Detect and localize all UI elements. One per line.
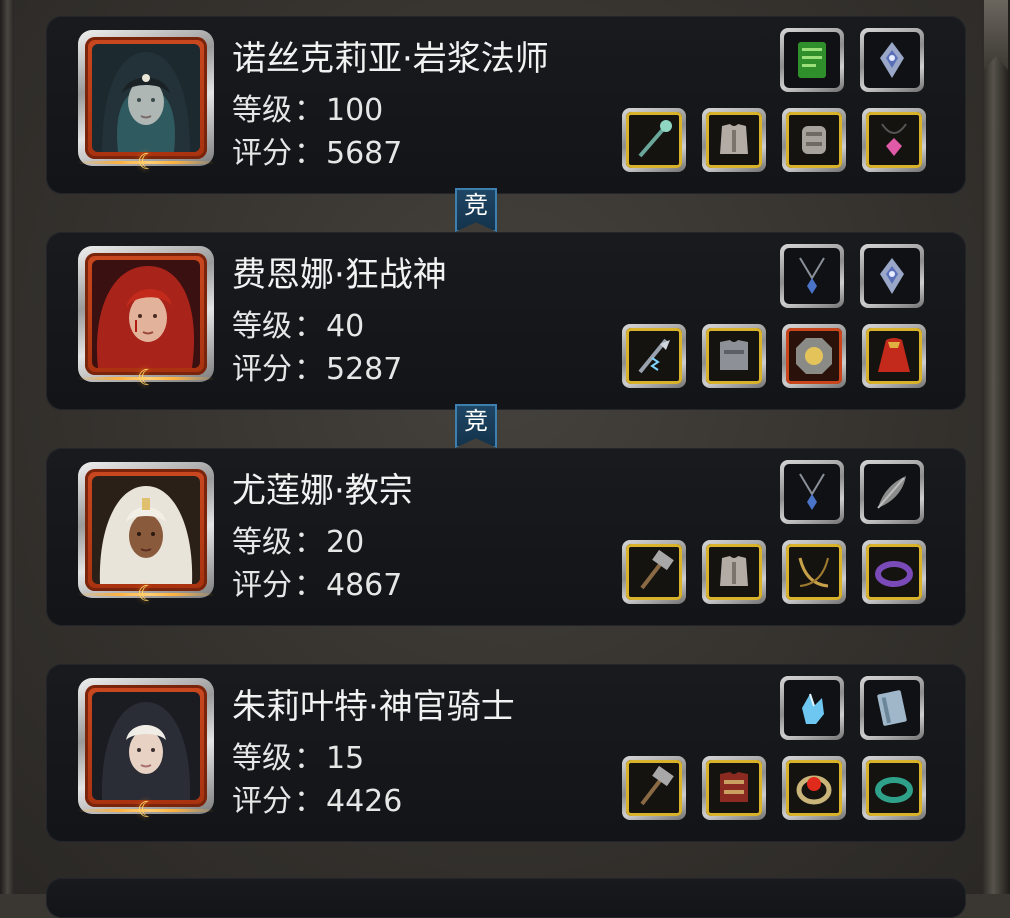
hero-portrait[interactable]: ☾	[78, 462, 214, 607]
equip-slot-armor[interactable]	[702, 756, 766, 820]
gold-necklace-icon	[798, 557, 829, 588]
hero-level: 等级：40	[232, 309, 365, 344]
equip-slot-bracelet[interactable]	[862, 540, 926, 604]
equip-slot-necklace[interactable]	[780, 244, 844, 308]
hero-card-partial[interactable]	[46, 878, 966, 918]
hero-avatar	[92, 260, 200, 368]
hero-card[interactable]: ☾ 朱莉叶特·神官骑士 等级：15 评分：4426	[46, 664, 966, 842]
chest-armor-icon	[720, 556, 748, 586]
equip-slot-weapon[interactable]	[622, 324, 686, 388]
red-armor-icon	[720, 772, 748, 802]
equip-slot-shield[interactable]	[782, 324, 846, 388]
level-label: 等级	[232, 93, 292, 128]
equip-slot-ring[interactable]	[782, 756, 846, 820]
bracer-icon	[802, 126, 826, 154]
score-value: 5287	[326, 352, 403, 387]
score-label: 评分	[232, 136, 292, 171]
moon-icon: ☾	[137, 582, 157, 607]
pendant-necklace-icon	[799, 473, 825, 510]
hero-name: 诺丝克莉亚·岩浆法师	[232, 39, 549, 79]
equip-slot-bracelet[interactable]	[862, 756, 926, 820]
green-scroll-icon	[798, 42, 826, 78]
level-label: 等级	[232, 741, 292, 776]
level-value: 40	[326, 309, 365, 344]
equip-slot-weapon[interactable]	[622, 108, 686, 172]
equip-slot-necklace[interactable]	[780, 460, 844, 524]
level-value: 20	[326, 525, 365, 560]
hero-name: 尤莲娜·教宗	[232, 471, 413, 511]
pendant-necklace-icon	[799, 257, 825, 294]
moon-icon: ☾	[137, 366, 157, 391]
moon-emblem: ☾	[78, 798, 214, 824]
level-label: 等级	[232, 525, 292, 560]
left-frame-border	[0, 0, 14, 894]
hero-level: 等级：20	[232, 525, 365, 560]
hero-level: 等级：15	[232, 741, 365, 776]
right-frame-border	[982, 0, 1010, 894]
equip-slot-feather[interactable]	[860, 460, 924, 524]
equip-slot-armor[interactable]	[702, 108, 766, 172]
hero-score: 评分：4426	[232, 784, 403, 819]
equip-slot-crystal[interactable]	[780, 676, 844, 740]
score-value: 5687	[326, 136, 403, 171]
score-label: 评分	[232, 352, 292, 387]
silver-amulet-icon	[880, 258, 904, 294]
level-value: 15	[326, 741, 365, 776]
score-value: 4426	[326, 784, 403, 819]
equip-slot-armor[interactable]	[702, 324, 766, 388]
equip-slot-tome[interactable]	[860, 676, 924, 740]
level-value: 100	[326, 93, 384, 128]
hero-level: 等级：100	[232, 93, 384, 128]
lightning-axe-icon	[638, 338, 670, 374]
silver-amulet-icon	[880, 42, 904, 78]
moon-icon: ☾	[137, 798, 157, 823]
equip-slot-bracer[interactable]	[782, 108, 846, 172]
hammer-icon	[640, 765, 674, 806]
octagon-shield-icon	[796, 338, 832, 374]
moon-emblem: ☾	[78, 366, 214, 392]
moon-emblem: ☾	[78, 582, 214, 608]
equip-slot-necklace[interactable]	[862, 108, 926, 172]
hero-avatar	[92, 44, 200, 152]
equip-slot-amulet[interactable]	[860, 28, 924, 92]
pink-gem-necklace-icon	[881, 123, 907, 156]
hero-card[interactable]: ☾ 诺丝克莉亚·岩浆法师 等级：100 评分：5687	[46, 16, 966, 194]
staff-icon	[638, 120, 672, 158]
red-gem-ring-icon	[796, 775, 832, 805]
equip-slot-necklace-gold[interactable]	[782, 540, 846, 604]
hero-portrait[interactable]: ☾	[78, 678, 214, 823]
equip-slot-amulet[interactable]	[860, 244, 924, 308]
score-label: 评分	[232, 784, 292, 819]
score-value: 4867	[326, 568, 403, 603]
hammer-icon	[640, 549, 674, 590]
hero-card[interactable]: ☾ 费恩娜·狂战神 等级：40 评分：5287	[46, 232, 966, 410]
level-label: 等级	[232, 309, 292, 344]
plate-armor-icon	[720, 340, 748, 370]
purple-bracelet-icon	[875, 561, 913, 587]
equip-slot-cloak[interactable]	[862, 324, 926, 388]
hero-avatar	[92, 476, 200, 584]
equip-slot-weapon[interactable]	[622, 756, 686, 820]
hero-score: 评分：5287	[232, 352, 403, 387]
hero-portrait[interactable]: ☾	[78, 246, 214, 391]
ice-crystal-icon	[802, 693, 824, 724]
moon-icon: ☾	[137, 150, 157, 175]
jade-bracelet-icon	[875, 777, 913, 803]
hero-score: 评分：5687	[232, 136, 403, 171]
equip-slot-scroll[interactable]	[780, 28, 844, 92]
blue-tome-icon	[877, 690, 907, 726]
score-label: 评分	[232, 568, 292, 603]
chest-armor-icon	[720, 124, 748, 154]
moon-emblem: ☾	[78, 150, 214, 176]
hero-portrait[interactable]: ☾	[78, 30, 214, 175]
hero-score: 评分：4867	[232, 568, 403, 603]
red-cloak-icon	[878, 338, 910, 372]
hero-card[interactable]: ☾ 尤莲娜·教宗 等级：20 评分：4867	[46, 448, 966, 626]
hero-name: 朱莉叶特·神官骑士	[232, 687, 515, 727]
equip-slot-armor[interactable]	[702, 540, 766, 604]
hero-name: 费恩娜·狂战神	[232, 255, 447, 295]
hero-avatar	[92, 692, 200, 800]
equip-slot-weapon[interactable]	[622, 540, 686, 604]
feather-icon	[877, 476, 906, 509]
